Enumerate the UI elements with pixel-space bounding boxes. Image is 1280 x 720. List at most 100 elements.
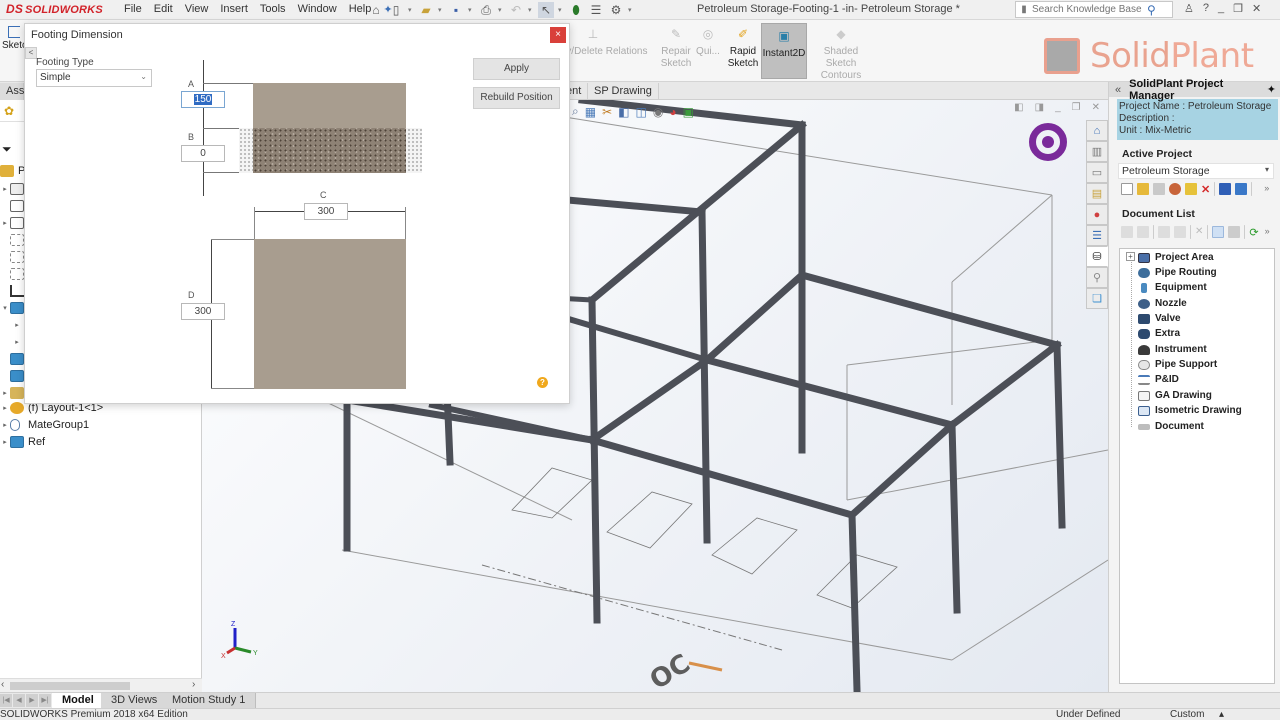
zoom-area-icon[interactable]: ▦ xyxy=(585,105,596,119)
select-dropdown-icon[interactable]: ▾ xyxy=(558,6,564,14)
active-project-select[interactable]: Petroleum Storage ▾ xyxy=(1118,163,1274,179)
tab-model[interactable]: Model xyxy=(52,693,104,709)
collapse-panel-icon[interactable]: « xyxy=(1115,84,1121,96)
undo-icon[interactable]: ↶ xyxy=(508,2,524,18)
zoom-to-fit-icon[interactable]: ⌕ xyxy=(572,104,579,119)
search-input[interactable] xyxy=(1032,4,1147,15)
help-icon[interactable]: ? xyxy=(537,377,548,388)
scroll-right-icon[interactable]: › xyxy=(192,679,195,690)
doc-copy-icon[interactable] xyxy=(1174,226,1186,238)
doc-tree-ga-drawing[interactable]: GA Drawing xyxy=(1138,388,1212,403)
menu-tools[interactable]: Tools xyxy=(254,3,292,16)
tab-assembly[interactable]: Asse xyxy=(0,83,30,100)
restore-icon[interactable]: ❐ xyxy=(1233,2,1243,15)
tree-item-ref[interactable]: ▸ Ref xyxy=(0,433,45,450)
user-icon[interactable]: ♙ xyxy=(1184,2,1194,15)
doc-properties-icon[interactable] xyxy=(1228,226,1241,238)
home-icon[interactable]: ⌂ xyxy=(368,2,384,18)
options-icon[interactable]: ⚙ xyxy=(608,2,624,18)
doc-tree-instrument[interactable]: Instrument xyxy=(1138,342,1207,357)
scroll-left-icon[interactable]: ‹ xyxy=(1,679,4,690)
doc-tree-pipe-support[interactable]: Pipe Support xyxy=(1138,357,1217,372)
rebuild-position-button[interactable]: Rebuild Position xyxy=(473,87,560,109)
appearances-icon[interactable]: ● xyxy=(1086,204,1108,225)
doc-tree-pid[interactable]: P&ID xyxy=(1138,372,1179,387)
next-tab-icon[interactable]: ▶ xyxy=(26,694,38,707)
expand-icon[interactable]: + xyxy=(1126,252,1135,261)
custom-properties-icon[interactable]: ☰ xyxy=(1086,225,1108,246)
open-icon[interactable]: ▰ xyxy=(418,2,434,18)
first-tab-icon[interactable]: |◀ xyxy=(0,694,12,707)
tree-item[interactable]: ▸ xyxy=(12,333,22,350)
appearance-icon[interactable]: ◕ xyxy=(669,105,676,119)
doc-forward-icon[interactable] xyxy=(1137,226,1149,238)
doc-tree-valve[interactable]: Valve xyxy=(1138,311,1181,326)
more-icon[interactable]: » xyxy=(1264,183,1269,195)
prev-tab-icon[interactable]: ◀ xyxy=(13,694,25,707)
search-icon[interactable]: ⚲ xyxy=(1147,3,1156,17)
solidplant-support-icon[interactable]: ⚲ xyxy=(1086,267,1108,288)
new-dropdown-icon[interactable]: ▾ xyxy=(408,6,414,14)
dimension-c-input[interactable]: 300 xyxy=(304,203,348,220)
tile-right-icon[interactable]: ◨ xyxy=(1035,102,1044,113)
doc-tree-document[interactable]: Document xyxy=(1138,419,1204,434)
solidworks-resources-icon[interactable]: ⌂ xyxy=(1086,120,1108,141)
doc-back-icon[interactable] xyxy=(1121,226,1133,238)
tab-motion-study[interactable]: Motion Study 1 xyxy=(162,693,257,709)
save-as-project-icon[interactable] xyxy=(1235,183,1248,195)
tab-sp-drawing[interactable]: SP Drawing xyxy=(588,83,659,100)
tree-item[interactable]: ▸ xyxy=(12,316,22,333)
doc-close-icon[interactable]: ✕ xyxy=(1092,102,1100,113)
doc-tree-nozzle[interactable]: Nozzle xyxy=(1138,296,1187,311)
menu-edit[interactable]: Edit xyxy=(148,3,179,16)
save-dropdown-icon[interactable]: ▾ xyxy=(468,6,474,14)
doc-tree-project-area[interactable]: Project Area xyxy=(1138,250,1214,265)
instant2d-button[interactable]: ▣ Instant2D xyxy=(761,23,807,79)
filter-icon[interactable]: ⏷ xyxy=(2,141,12,158)
import-project-icon[interactable] xyxy=(1185,183,1197,195)
options-dropdown-icon[interactable]: ▾ xyxy=(628,6,634,14)
design-library-icon[interactable]: ▥ xyxy=(1086,141,1108,162)
print-icon[interactable]: ⎙ xyxy=(478,2,494,18)
doc-tree-pipe-routing[interactable]: Pipe Routing xyxy=(1138,265,1217,280)
menu-view[interactable]: View xyxy=(179,3,215,16)
doc-tree-equipment[interactable]: Equipment xyxy=(1138,280,1207,295)
print-dropdown-icon[interactable]: ▾ xyxy=(498,6,504,14)
forum-icon[interactable]: ❏ xyxy=(1086,288,1108,309)
more-icon[interactable]: » xyxy=(1265,226,1270,238)
open-project-icon[interactable] xyxy=(1137,183,1149,195)
doc-grid-icon[interactable] xyxy=(1158,226,1170,238)
rapid-sketch-button[interactable]: ✐ Rapid Sketch xyxy=(726,28,760,70)
units-selector[interactable]: Custom xyxy=(1170,709,1204,720)
minimize-icon[interactable]: _ xyxy=(1218,2,1224,15)
select-icon[interactable]: ↖ xyxy=(538,2,554,18)
hide-show-icon[interactable]: ◉ xyxy=(653,105,663,119)
rebuild-icon[interactable]: ⬮ xyxy=(568,2,584,18)
doc-tree-isometric-drawing[interactable]: Isometric Drawing xyxy=(1138,403,1242,418)
project-settings-icon[interactable] xyxy=(1169,183,1181,195)
menu-window[interactable]: Window xyxy=(292,3,343,16)
dimension-a-input[interactable]: 150 xyxy=(181,91,225,108)
tab-3d-views[interactable]: 3D Views xyxy=(101,693,169,709)
undo-dropdown-icon[interactable]: ▾ xyxy=(528,6,534,14)
close-icon[interactable]: ✕ xyxy=(1252,2,1261,15)
doc-sort-icon[interactable] xyxy=(1212,226,1225,238)
save-icon[interactable]: ▪ xyxy=(448,2,464,18)
feature-manager-tab-icon[interactable]: ✿ xyxy=(4,104,14,118)
open-dropdown-icon[interactable]: ▾ xyxy=(438,6,444,14)
tile-left-icon[interactable]: ◧ xyxy=(1014,102,1023,113)
dialog-close-button[interactable]: × xyxy=(550,27,566,43)
doc-restore-icon[interactable]: ❐ xyxy=(1072,102,1081,113)
view-palette-icon[interactable]: ▤ xyxy=(1086,183,1108,204)
doc-tree-extra[interactable]: Extra xyxy=(1138,326,1180,341)
scene-icon[interactable]: ▣ xyxy=(683,105,694,119)
solidplant-tab-icon[interactable]: ⛁ xyxy=(1086,246,1108,267)
repair-sketch-button[interactable]: ✎ Repair Sketch xyxy=(660,28,692,70)
dimension-b-input[interactable]: 0 xyxy=(181,145,225,162)
menu-insert[interactable]: Insert xyxy=(214,3,254,16)
menu-file[interactable]: File xyxy=(118,3,148,16)
file-properties-icon[interactable]: ☰ xyxy=(588,2,604,18)
footing-type-select[interactable]: Simple ⌄ xyxy=(36,69,152,87)
sketch-button[interactable]: Sketch xyxy=(2,26,33,52)
section-view-icon[interactable]: ◧ xyxy=(618,105,629,119)
